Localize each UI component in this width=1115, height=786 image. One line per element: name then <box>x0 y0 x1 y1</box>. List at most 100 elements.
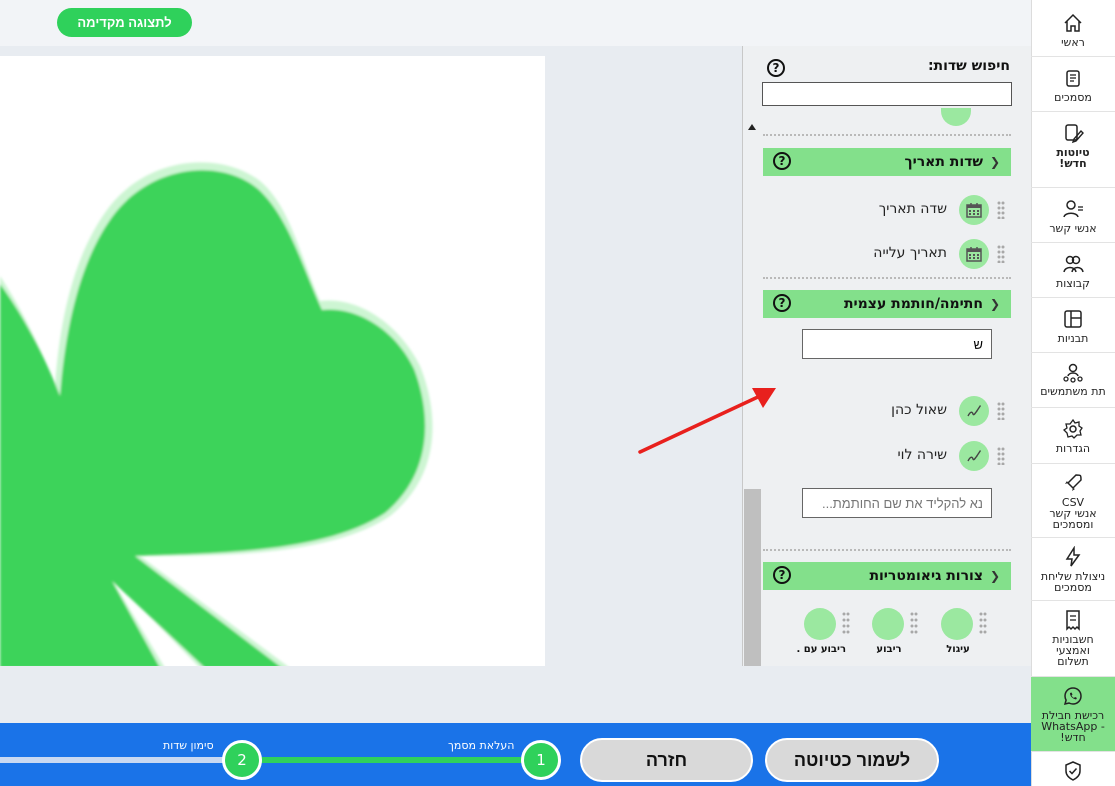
sidebar-item-usage[interactable]: ניצולת שליחת מסמכים <box>1031 538 1115 601</box>
progress-line-done <box>258 757 528 763</box>
sidebar-label: אנשי קשר <box>1049 222 1097 235</box>
scroll-up-arrow[interactable] <box>748 124 756 130</box>
divider <box>763 277 1011 279</box>
fields-panel: חיפוש שדות: ? ? שדות תאריך ❯ שדה תאריך ת… <box>742 46 1031 666</box>
document-page[interactable] <box>0 56 545 668</box>
lightning-icon <box>1062 545 1084 568</box>
drag-handle-icon[interactable] <box>910 612 918 634</box>
sidebar-label: טיוטות חדש! <box>1056 146 1090 170</box>
sidebar-label: ניצולת שליחת מסמכים <box>1040 570 1106 594</box>
shamrock-image <box>0 162 433 668</box>
sidebar-item-sub-users[interactable]: תת משתמשים <box>1031 353 1115 408</box>
chevron-down-icon[interactable]: ❯ <box>989 297 1001 311</box>
signature-pen-icon <box>959 441 989 471</box>
top-bar: לתצוגה מקדימה <box>0 0 1031 46</box>
shape-square-item[interactable]: ריבוע <box>872 608 918 658</box>
document-canvas <box>0 46 742 668</box>
signature-section-header[interactable]: ? חתימה/חותמת עצמית ❯ <box>763 290 1011 318</box>
rounded-square-shape-icon <box>804 608 836 640</box>
sub-users-icon <box>1062 361 1084 383</box>
shape-label: ריבוע עם ... <box>796 644 846 655</box>
shape-label: ריבוע <box>876 644 902 655</box>
sidebar-item-groups[interactable]: קבוצות <box>1031 243 1115 298</box>
preview-button[interactable]: לתצוגה מקדימה <box>57 8 192 37</box>
sidebar-item-contacts[interactable]: אנשי קשר <box>1031 188 1115 243</box>
drag-handle-icon[interactable] <box>997 245 1005 263</box>
sidebar-item-whatsapp[interactable]: רכישת חבילת - WhatsApp חדש! <box>1031 677 1115 752</box>
step-2-circle[interactable]: 2 <box>222 740 262 780</box>
shield-icon <box>1062 760 1084 782</box>
stamp-name-input[interactable] <box>802 488 992 518</box>
contacts-icon <box>1062 198 1084 220</box>
signature-section-title: חתימה/חותמת עצמית <box>843 296 983 312</box>
shape-label: עיגול <box>946 644 970 655</box>
date-fields-header[interactable]: ? שדות תאריך ❯ <box>763 148 1011 176</box>
shapes-section-header[interactable]: ? צורות גיאומטריות ❯ <box>763 562 1011 590</box>
field-label: שדה תאריך <box>878 201 947 217</box>
back-button[interactable]: חזרה <box>580 738 753 782</box>
date-field-item[interactable]: תאריך עלייה <box>763 239 1011 269</box>
save-draft-button[interactable]: לשמור כטיוטה <box>765 738 939 782</box>
rocket-icon <box>1062 472 1084 494</box>
shapes-section-title: צורות גיאומטריות <box>869 568 983 584</box>
date-section-help-icon[interactable]: ? <box>773 152 791 170</box>
templates-icon <box>1062 308 1084 330</box>
sidebar-item-csv-import[interactable]: CSV אנשי קשר ומסמכים <box>1031 464 1115 538</box>
divider <box>763 134 1011 136</box>
drag-handle-icon[interactable] <box>997 402 1005 420</box>
sidebar-label: חשבוניות ואמצעי תשלום <box>1052 633 1094 668</box>
shape-circle-item[interactable]: עיגול <box>941 608 987 658</box>
sidebar-label: מסמכים <box>1054 91 1092 104</box>
main-sidebar: ראשי מסמכים טיוטות חדש! אנשי קשר קבוצות … <box>1031 0 1115 786</box>
canvas-footer <box>0 666 1031 723</box>
panel-scrollbar[interactable] <box>743 46 762 666</box>
shapes-section-help-icon[interactable]: ? <box>773 566 791 584</box>
sidebar-item-home[interactable]: ראשי <box>1031 0 1115 57</box>
search-help-icon[interactable]: ? <box>767 59 785 77</box>
sidebar-item-drafts[interactable]: טיוטות חדש! <box>1031 112 1115 188</box>
step-1-circle[interactable]: 1 <box>521 740 561 780</box>
annotation-arrow <box>638 388 776 454</box>
signature-label: שאול כהן <box>891 402 947 418</box>
sidebar-item-invoices[interactable]: חשבוניות ואמצעי תשלום <box>1031 601 1115 677</box>
sidebar-label: תבניות <box>1057 332 1089 345</box>
chevron-down-icon[interactable]: ❯ <box>989 569 1001 583</box>
divider <box>763 549 1011 551</box>
bottom-action-bar: 2 סימון שדות 1 העלאת מסמך חזרה לשמור כטי… <box>0 723 1031 786</box>
sidebar-item-settings[interactable]: הגדרות <box>1031 408 1115 464</box>
search-fields-label: חיפוש שדות: <box>927 58 1010 74</box>
signature-item[interactable]: שירה לוי <box>763 441 1011 471</box>
home-icon <box>1062 12 1084 34</box>
drag-handle-icon[interactable] <box>997 201 1005 219</box>
invoice-icon <box>1062 609 1084 631</box>
drag-handle-icon[interactable] <box>979 612 987 634</box>
date-field-item[interactable]: שדה תאריך <box>763 195 1011 225</box>
sidebar-item-security[interactable] <box>1031 752 1115 786</box>
search-fields-input[interactable] <box>762 82 1012 106</box>
shape-rounded-square-item[interactable]: ריבוע עם ... <box>796 608 850 658</box>
step-1-label: העלאת מסמך <box>448 739 515 752</box>
sidebar-label: ראשי <box>1061 36 1085 49</box>
sidebar-label: קבוצות <box>1056 277 1090 290</box>
scroll-thumb[interactable] <box>744 489 761 666</box>
signature-label: שירה לוי <box>897 447 947 463</box>
signature-filter-input[interactable] <box>802 329 992 359</box>
drag-handle-icon[interactable] <box>997 447 1005 465</box>
step-2-label: סימון שדות <box>163 739 214 752</box>
hidden-field-circle <box>941 108 971 126</box>
chevron-down-icon[interactable]: ❯ <box>989 155 1001 169</box>
sidebar-label: תת משתמשים <box>1040 385 1106 398</box>
drafts-icon <box>1062 122 1084 144</box>
sidebar-item-documents[interactable]: מסמכים <box>1031 57 1115 112</box>
signature-item[interactable]: שאול כהן <box>763 396 1011 426</box>
sidebar-label: CSV אנשי קשר ומסמכים <box>1049 496 1097 531</box>
sidebar-label: הגדרות <box>1055 442 1091 455</box>
sidebar-item-templates[interactable]: תבניות <box>1031 298 1115 353</box>
drag-handle-icon[interactable] <box>842 612 850 634</box>
calendar-icon <box>959 195 989 225</box>
settings-icon <box>1062 418 1084 440</box>
sidebar-label: רכישת חבילת - WhatsApp חדש! <box>1041 709 1105 744</box>
documents-icon <box>1062 67 1084 89</box>
signature-section-help-icon[interactable]: ? <box>773 294 791 312</box>
date-section-title: שדות תאריך <box>904 154 983 170</box>
